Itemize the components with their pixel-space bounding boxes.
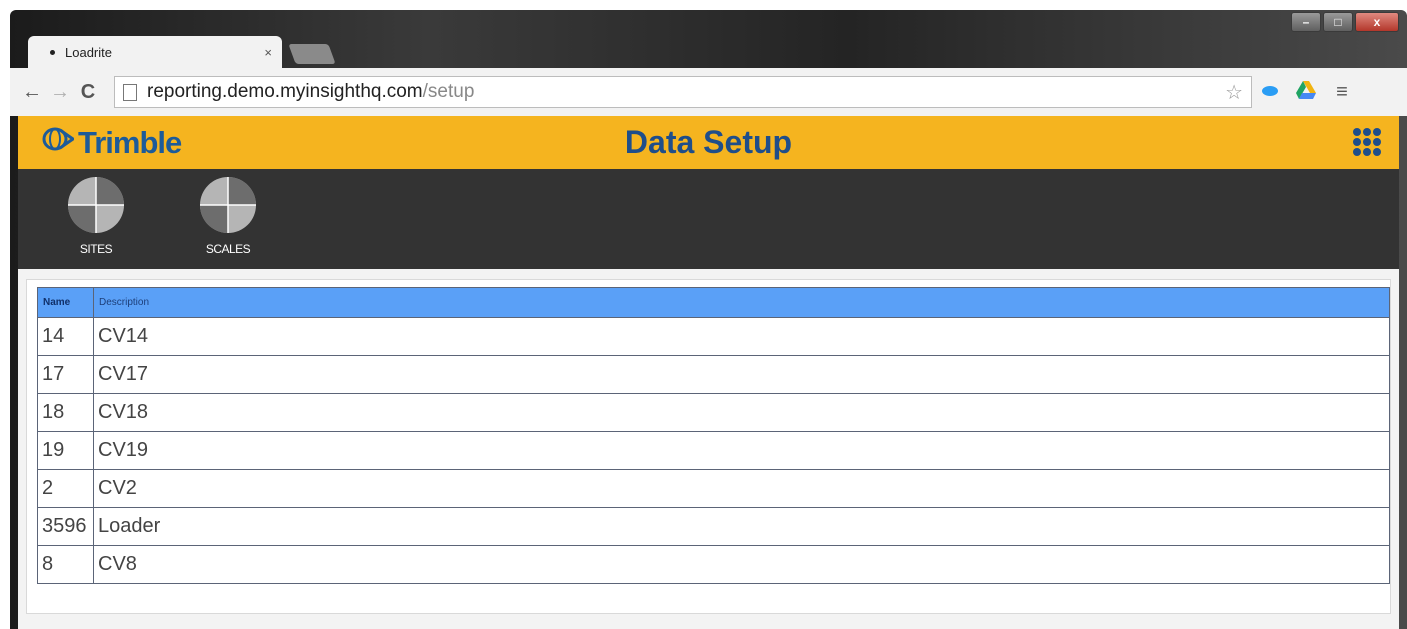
reload-icon[interactable]: C [74, 81, 102, 104]
new-tab-button[interactable] [288, 44, 336, 64]
nav-item-sites[interactable]: SITES [56, 176, 136, 256]
table-row[interactable]: 19 CV19 [37, 431, 1390, 470]
pie-quadrant-icon [188, 176, 268, 234]
table-row[interactable]: 2 CV2 [37, 469, 1390, 508]
data-table: Name Description 14 CV14 17 CV17 18 CV18… [37, 287, 1390, 584]
cell-description: CV14 [93, 317, 1390, 356]
cell-description: Loader [93, 507, 1390, 546]
drive-extension-icon[interactable] [1288, 80, 1324, 104]
back-arrow-icon[interactable]: ← [18, 81, 46, 104]
title-bar: – □ x Loadrite × [10, 10, 1407, 74]
url-host: reporting.demo.myinsighthq.com [147, 81, 423, 102]
cell-description: CV8 [93, 545, 1390, 584]
nav-label: SITES [79, 242, 113, 256]
table-row[interactable]: 14 CV14 [37, 317, 1390, 356]
page-icon [123, 83, 137, 101]
tab-close-icon[interactable]: × [264, 45, 272, 60]
nav-item-scales[interactable]: SCALES [188, 176, 268, 256]
app-header: Trimble Data Setup [18, 116, 1399, 169]
favicon-icon [50, 49, 55, 55]
address-bar[interactable]: reporting.demo.myinsighthq.com /setup ☆ [114, 76, 1252, 108]
app-launcher-icon[interactable] [1353, 128, 1381, 156]
table-header-row: Name Description [37, 287, 1390, 318]
column-header-description[interactable]: Description [93, 287, 1390, 318]
tab-title: Loadrite [65, 44, 112, 60]
table-row[interactable]: 3596 Loader [37, 507, 1390, 546]
browser-toolbar: ← → C reporting.demo.myinsighthq.com /se… [10, 68, 1407, 116]
maximize-button[interactable]: □ [1323, 12, 1353, 32]
cell-name: 18 [37, 393, 94, 432]
bookmark-star-icon[interactable]: ☆ [1225, 80, 1243, 105]
setup-nav: SITES SCALES [18, 169, 1399, 269]
column-header-name[interactable]: Name [37, 287, 94, 318]
table-row[interactable]: 17 CV17 [37, 355, 1390, 394]
cell-description: CV19 [93, 431, 1390, 470]
table-row[interactable]: 18 CV18 [37, 393, 1390, 432]
pie-quadrant-icon [56, 176, 136, 234]
cell-description: CV18 [93, 393, 1390, 432]
cell-name: 19 [37, 431, 94, 470]
browser-menu-icon[interactable]: ≡ [1324, 81, 1360, 104]
cell-name: 17 [37, 355, 94, 394]
minimize-button[interactable]: – [1291, 12, 1321, 32]
close-window-button[interactable]: x [1355, 12, 1399, 32]
url-path: /setup [422, 81, 475, 102]
browser-window: – □ x Loadrite × ← → C reporting.demo.my… [10, 10, 1407, 629]
browser-tab[interactable]: Loadrite × [28, 36, 282, 68]
page-title: Data Setup [624, 124, 793, 160]
window-controls: – □ x [1291, 12, 1399, 32]
cell-description: CV2 [93, 469, 1390, 508]
nav-label: SCALES [205, 242, 251, 256]
content-area: Name Description 14 CV14 17 CV17 18 CV18… [18, 269, 1399, 629]
cell-name: 2 [37, 469, 94, 508]
cell-description: CV17 [93, 355, 1390, 394]
cloud-extension-icon[interactable] [1252, 83, 1288, 101]
data-panel: Name Description 14 CV14 17 CV17 18 CV18… [26, 279, 1391, 614]
cell-name: 14 [37, 317, 94, 356]
cell-name: 8 [37, 545, 94, 584]
app-page: Trimble Data Setup SITES SCALES Name Des… [18, 116, 1399, 629]
cell-name: 3596 [37, 507, 94, 546]
forward-arrow-icon[interactable]: → [46, 81, 74, 104]
table-row[interactable]: 8 CV8 [37, 545, 1390, 584]
